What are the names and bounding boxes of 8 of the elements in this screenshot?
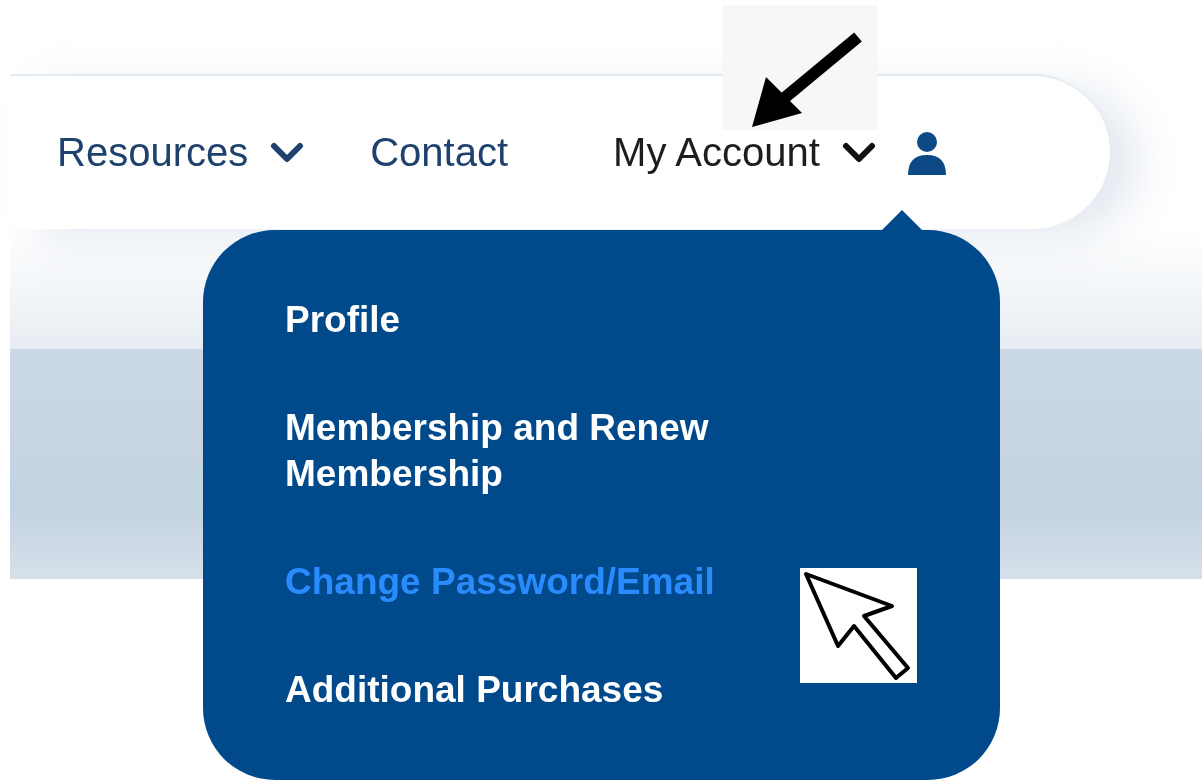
- cursor-icon: [800, 568, 917, 683]
- user-icon[interactable]: [905, 130, 948, 175]
- menu-item[interactable]: Profile: [285, 297, 785, 343]
- nav-link[interactable]: Contact: [370, 130, 509, 175]
- menu-item[interactable]: Membership and Renew Membership: [285, 405, 785, 497]
- nav-link[interactable]: Resources: [57, 130, 305, 175]
- nav-link[interactable]: My Account: [613, 130, 876, 175]
- menu-item[interactable]: Additional Purchases: [285, 667, 785, 713]
